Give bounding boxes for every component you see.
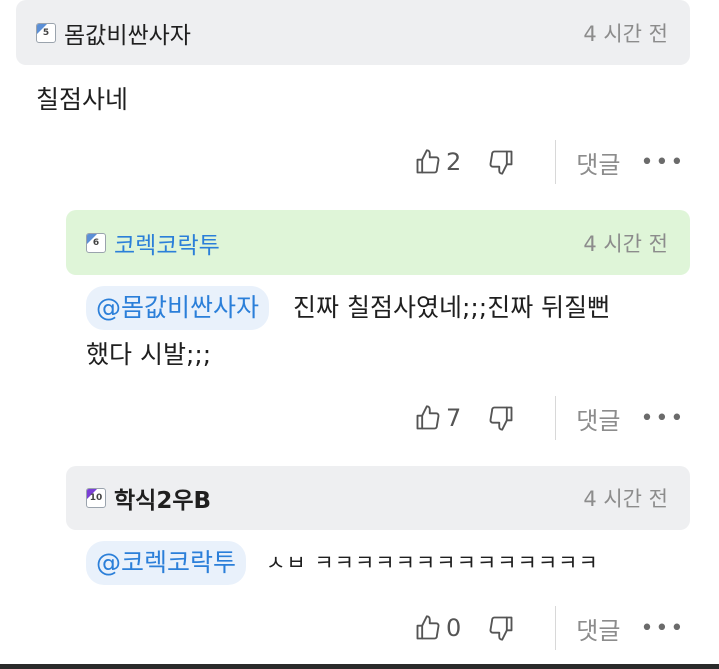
divider: [555, 140, 557, 184]
dislike-button[interactable]: [487, 148, 515, 176]
comment-text-continued: 했다 시발;;;: [86, 340, 212, 369]
comment-header: 6 코렉코락투 4 시간 전: [66, 210, 690, 275]
username[interactable]: 몸값비싼사자: [64, 16, 191, 50]
comment-header: 5 몸값비싼사자 4 시간 전: [16, 0, 690, 65]
level-badge-icon: 10: [86, 488, 106, 508]
mention-tag[interactable]: @몸값비싼사자: [86, 286, 270, 330]
level-badge-icon: 5: [36, 22, 56, 43]
comment-text: 진짜 칠점사였네;;;진짜 뒤질뻔: [293, 293, 611, 322]
thumbs-down-icon: [489, 150, 513, 175]
like-button[interactable]: 2: [414, 148, 487, 176]
mention-tag[interactable]: @코렉코락투: [86, 541, 247, 585]
username[interactable]: 학식2우B: [114, 481, 211, 515]
more-options-icon[interactable]: •••: [640, 406, 685, 431]
thumbs-up-icon: [416, 405, 440, 430]
comment-text: ㅅㅂ ㅋㅋㅋㅋㅋㅋㅋㅋㅋㅋㅋㅋㅋㅋ: [266, 551, 599, 575]
thumbs-down-icon: [489, 406, 513, 431]
level-badge-icon: 6: [86, 232, 106, 253]
more-options-icon[interactable]: •••: [640, 616, 685, 641]
reply-button[interactable]: 댓글: [576, 611, 620, 646]
like-button[interactable]: 0: [414, 614, 487, 642]
comment-author[interactable]: 5 몸값비싼사자: [36, 16, 191, 50]
divider: [555, 396, 557, 440]
comment-author[interactable]: 6 코렉코락투: [86, 226, 220, 260]
thumbs-down-icon: [489, 616, 513, 641]
comment-time: 4 시간 전: [583, 231, 668, 256]
comment-text: 칠점사네: [36, 85, 129, 114]
comment-body: @코렉코락투 ㅅㅂ ㅋㅋㅋㅋㅋㅋㅋㅋㅋㅋㅋㅋㅋㅋ: [86, 540, 696, 586]
like-count: 2: [446, 148, 462, 176]
reply-button[interactable]: 댓글: [576, 145, 620, 180]
like-count: 7: [446, 404, 462, 432]
comment-actions: 2 댓글 •••: [414, 140, 685, 184]
dislike-button[interactable]: [487, 404, 515, 432]
comment-author[interactable]: 10 학식2우B: [86, 481, 211, 515]
more-options-icon[interactable]: •••: [640, 150, 685, 175]
bottom-border: [0, 664, 719, 669]
comment-actions: 0 댓글 •••: [414, 606, 685, 650]
like-button[interactable]: 7: [414, 404, 487, 432]
thumbs-up-icon: [416, 615, 440, 640]
comment-time: 4 시간 전: [583, 487, 668, 511]
comment-body: @몸값비싼사자 진짜 칠점사였네;;;진짜 뒤질뻔 했다 시발;;;: [86, 285, 686, 379]
thumbs-up-icon: [416, 149, 440, 174]
like-count: 0: [446, 614, 462, 642]
divider: [555, 606, 557, 650]
comment-actions: 7 댓글 •••: [414, 396, 685, 440]
username[interactable]: 코렉코락투: [114, 226, 220, 260]
reply-button[interactable]: 댓글: [576, 401, 620, 436]
comment-time: 4 시간 전: [583, 21, 668, 46]
dislike-button[interactable]: [487, 614, 515, 642]
comment-header: 10 학식2우B 4 시간 전: [66, 466, 690, 530]
